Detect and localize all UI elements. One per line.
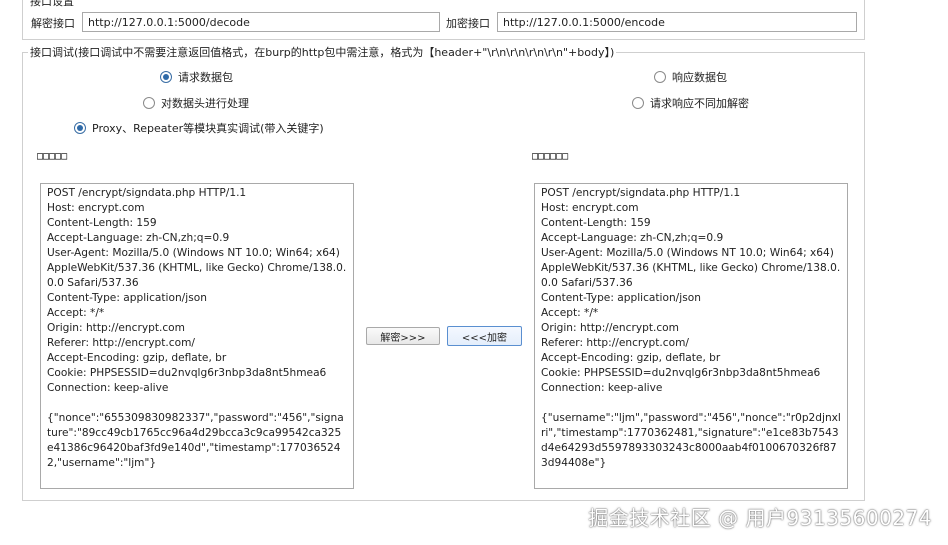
radio-header-process[interactable]: 对数据头进行处理 [143,95,249,111]
right-pane-heading: □□□□□□ [532,151,569,162]
radio-proxy-repeater-label: Proxy、Repeater等模块真实调试(带入关键字) [92,122,324,135]
radio-checked-icon [74,122,86,134]
radio-proxy-repeater[interactable]: Proxy、Repeater等模块真实调试(带入关键字) [74,120,324,136]
radio-unchecked-icon [632,97,644,109]
radio-unchecked-icon [654,71,666,83]
left-pane-heading: □□□□□ [37,151,68,162]
radio-request-packet-label: 请求数据包 [178,71,233,84]
radio-response-packet-label: 响应数据包 [672,71,727,84]
decrypt-button[interactable]: 解密>>> [366,327,440,345]
decode-url-input[interactable] [82,12,440,32]
radio-no-encrypt-response-label: 请求响应不同加解密 [650,97,749,110]
encode-url-label: 加密接口 [446,17,490,30]
radio-no-encrypt-response[interactable]: 请求响应不同加解密 [632,95,749,111]
radio-response-packet[interactable]: 响应数据包 [654,69,727,85]
radio-unchecked-icon [143,97,155,109]
interface-settings-title: 接口设置 [30,0,74,8]
radio-request-packet[interactable]: 请求数据包 [160,69,233,85]
request-input-textarea[interactable]: POST /encrypt/signdata.php HTTP/1.1 Host… [40,183,354,489]
decode-url-label: 解密接口 [31,17,75,30]
radio-header-process-label: 对数据头进行处理 [161,97,249,110]
result-output-textarea[interactable]: POST /encrypt/signdata.php HTTP/1.1 Host… [534,183,848,489]
encode-url-input[interactable] [497,12,857,32]
watermark-text: 掘金技术社区 @ 用户93135600274 [588,506,932,530]
encrypt-button[interactable]: <<<加密 [447,326,522,346]
radio-checked-icon [160,71,172,83]
interface-debug-legend: 接口调试(接口调试中不需要注意返回值格式，在burp的http包中需注意，格式为… [28,44,617,60]
